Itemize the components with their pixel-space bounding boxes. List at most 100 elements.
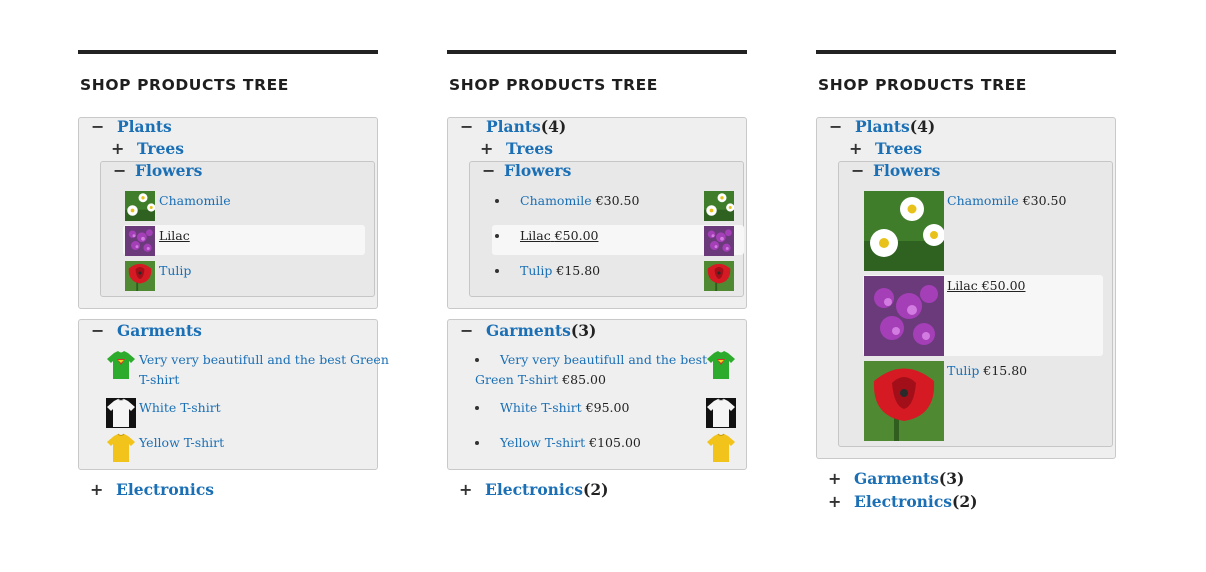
white-tshirt-thumbnail[interactable] [106, 398, 136, 428]
chamomile-thumbnail[interactable] [125, 191, 155, 221]
product-item-chamomile[interactable]: Chamomile €30.50 [947, 191, 1066, 211]
tree-node-garments[interactable]: + Garments(3) [828, 469, 964, 489]
node-label[interactable]: Flowers [873, 161, 940, 180]
product-price[interactable]: €50.00 [555, 228, 599, 243]
tree-node-electronics[interactable]: + Electronics(2) [459, 480, 608, 500]
node-label[interactable]: Garments [117, 321, 202, 340]
collapse-icon[interactable]: − [482, 161, 500, 181]
product-name[interactable]: Lilac [947, 278, 978, 293]
product-link[interactable]: Chamomile [947, 193, 1019, 208]
product-link[interactable]: Chamomile [520, 193, 592, 208]
tree-node-flowers[interactable]: − Flowers [482, 161, 571, 181]
chamomile-thumbnail[interactable] [704, 191, 734, 221]
product-item-green-tshirt[interactable]: Very very beautifull and the best Green … [139, 350, 389, 390]
product-item-yellow-tshirt[interactable]: Yellow T-shirt [139, 433, 224, 453]
green-tshirt-thumbnail[interactable] [706, 350, 736, 380]
node-label[interactable]: Flowers [135, 161, 202, 180]
collapse-icon[interactable]: − [91, 117, 109, 137]
node-label[interactable]: Electronics [116, 480, 214, 499]
node-label[interactable]: Garments [486, 321, 571, 340]
collapse-icon[interactable]: − [829, 117, 847, 137]
node-label[interactable]: Plants [486, 117, 541, 136]
product-link[interactable]: Tulip [159, 263, 191, 278]
tree-node-flowers[interactable]: − Flowers [851, 161, 940, 181]
yellow-tshirt-thumbnail[interactable] [106, 433, 136, 463]
tree-node-trees[interactable]: + Trees [480, 139, 553, 159]
product-item-white-tshirt[interactable]: White T-shirt €95.00 [500, 398, 629, 418]
expand-icon[interactable]: + [90, 480, 108, 500]
node-label[interactable]: Plants [117, 117, 172, 136]
node-label[interactable]: Garments [854, 469, 939, 488]
tree-node-trees[interactable]: + Trees [849, 139, 922, 159]
node-label[interactable]: Trees [137, 139, 184, 158]
product-link[interactable]: Tulip [520, 263, 552, 278]
product-price: €30.50 [1022, 193, 1067, 208]
product-item-tulip[interactable]: Tulip [159, 261, 191, 281]
node-label[interactable]: Electronics [854, 492, 952, 511]
tree-node-electronics[interactable]: + Electronics [90, 480, 214, 500]
product-link[interactable]: Lilac €50.00 [947, 278, 1025, 293]
collapse-icon[interactable]: − [460, 117, 478, 137]
product-item-lilac[interactable]: Lilac €50.00 [947, 276, 1025, 296]
product-link[interactable]: Yellow T-shirt [500, 435, 585, 450]
product-link[interactable]: Yellow T-shirt [139, 435, 224, 450]
expand-icon[interactable]: + [480, 139, 498, 159]
collapse-icon[interactable]: − [113, 161, 131, 181]
product-link-line1[interactable]: Very very beautifull and the best [500, 352, 707, 367]
expand-icon[interactable]: + [849, 139, 867, 159]
collapse-icon[interactable]: − [91, 321, 109, 341]
chamomile-thumbnail[interactable] [864, 191, 944, 271]
product-link[interactable]: Tulip [947, 363, 979, 378]
tree-node-garments[interactable]: − Garments [91, 321, 202, 341]
tulip-thumbnail[interactable] [864, 361, 944, 441]
node-label[interactable]: Flowers [504, 161, 571, 180]
tree-node-plants[interactable]: − Plants [91, 117, 172, 137]
divider [78, 50, 378, 54]
tulip-thumbnail[interactable] [704, 261, 734, 291]
tree-node-electronics[interactable]: + Electronics(2) [828, 492, 977, 512]
product-item-lilac[interactable]: Lilac €50.00 [520, 226, 598, 246]
product-link[interactable]: Lilac [159, 228, 190, 243]
plants-group: − Plants + Trees − Flowers Chamomile Lilac … [78, 117, 378, 309]
collapse-icon[interactable]: − [851, 161, 869, 181]
green-tshirt-thumbnail[interactable] [106, 350, 136, 380]
tree-node-trees[interactable]: + Trees [111, 139, 184, 159]
node-label[interactable]: Plants [855, 117, 910, 136]
collapse-icon[interactable]: − [460, 321, 478, 341]
product-item-lilac[interactable]: Lilac [159, 226, 190, 246]
expand-icon[interactable]: + [828, 492, 846, 512]
tree-node-flowers[interactable]: − Flowers [113, 161, 202, 181]
tree-panel-1: SHOP PRODUCTS TREE − Plants + Trees − Flowe… [78, 50, 389, 499]
node-label[interactable]: Electronics [485, 480, 583, 499]
expand-icon[interactable]: + [828, 469, 846, 489]
expand-icon[interactable]: + [459, 480, 477, 500]
expand-icon[interactable]: + [111, 139, 129, 159]
product-item-tulip[interactable]: Tulip €15.80 [947, 361, 1027, 381]
product-item-yellow-tshirt[interactable]: Yellow T-shirt €105.00 [500, 433, 641, 453]
product-item-white-tshirt[interactable]: White T-shirt [139, 398, 221, 418]
product-price[interactable]: €50.00 [982, 278, 1026, 293]
product-link-line2[interactable]: T-shirt [139, 370, 389, 390]
node-label[interactable]: Trees [506, 139, 553, 158]
product-item-tulip[interactable]: Tulip €15.80 [520, 261, 600, 281]
lilac-thumbnail[interactable] [704, 226, 734, 256]
product-link[interactable]: White T-shirt [500, 400, 582, 415]
lilac-thumbnail[interactable] [864, 276, 944, 356]
lilac-thumbnail[interactable] [125, 226, 155, 256]
product-item-chamomile[interactable]: Chamomile [159, 191, 231, 211]
product-link-line2[interactable]: Green T-shirt [475, 372, 558, 387]
product-link-line1[interactable]: Very very beautifull and the best Green [139, 350, 389, 370]
yellow-tshirt-thumbnail[interactable] [706, 433, 736, 463]
tree-node-plants[interactable]: − Plants(4) [460, 117, 566, 137]
product-item-chamomile[interactable]: Chamomile €30.50 [520, 191, 639, 211]
tulip-thumbnail[interactable] [125, 261, 155, 291]
tree-node-garments[interactable]: − Garments(3) [460, 321, 596, 341]
product-item-green-tshirt[interactable]: Very very beautifull and the best Green … [475, 350, 707, 390]
tree-node-plants[interactable]: − Plants(4) [829, 117, 935, 137]
product-link[interactable]: White T-shirt [139, 400, 221, 415]
product-link[interactable]: Chamomile [159, 193, 231, 208]
product-link[interactable]: Lilac €50.00 [520, 228, 598, 243]
node-label[interactable]: Trees [875, 139, 922, 158]
white-tshirt-thumbnail[interactable] [706, 398, 736, 428]
product-name[interactable]: Lilac [520, 228, 551, 243]
